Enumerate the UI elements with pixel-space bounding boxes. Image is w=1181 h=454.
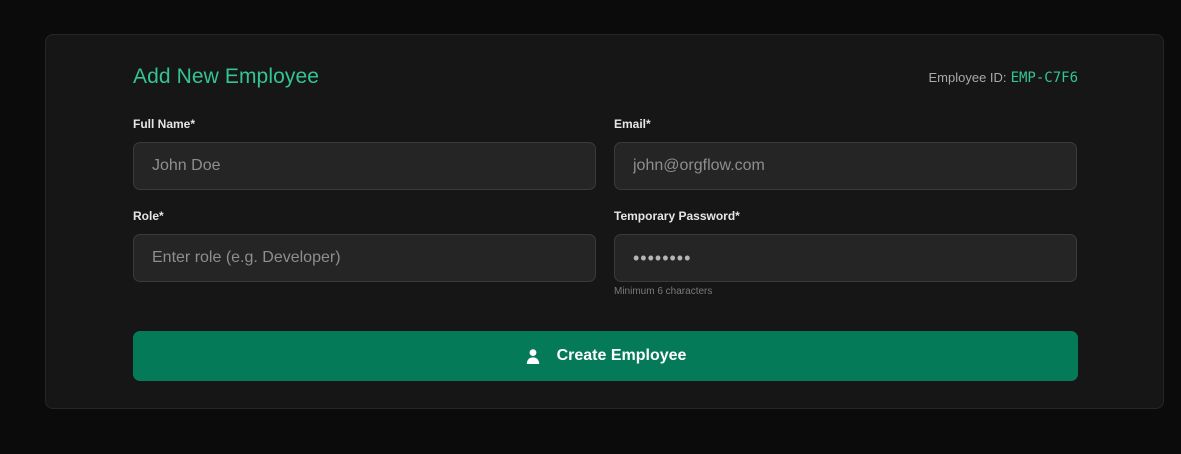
password-hint: Minimum 6 characters: [614, 286, 713, 297]
user-icon: [526, 349, 539, 364]
email-label: Email*: [614, 117, 651, 131]
password-label: Temporary Password*: [614, 209, 740, 223]
full-name-label: Full Name*: [133, 117, 196, 131]
email-field-group: Email*: [614, 117, 1077, 190]
employee-id-value: EMP-C7F6: [1010, 70, 1078, 86]
password-field-group: Temporary Password* Minimum 6 characters: [614, 209, 1077, 297]
create-employee-button[interactable]: Create Employee: [133, 331, 1078, 381]
email-input[interactable]: [614, 142, 1077, 190]
password-input[interactable]: [614, 234, 1077, 282]
employee-id: Employee ID: EMP-C7F6: [929, 70, 1078, 86]
create-employee-label: Create Employee: [556, 347, 687, 364]
page-title: Add New Employee: [133, 65, 320, 88]
full-name-field-group: Full Name*: [133, 117, 596, 190]
role-input[interactable]: [133, 234, 596, 282]
add-employee-card: Add New Employee Employee ID: EMP-C7F6 Fu…: [45, 34, 1164, 409]
employee-id-label: Employee ID:: [928, 70, 1007, 85]
role-field-group: Role*: [133, 209, 596, 282]
role-label: Role*: [133, 209, 164, 223]
full-name-input[interactable]: [133, 142, 596, 190]
form-header: Add New Employee Employee ID: EMP-C7F6: [133, 65, 1078, 95]
